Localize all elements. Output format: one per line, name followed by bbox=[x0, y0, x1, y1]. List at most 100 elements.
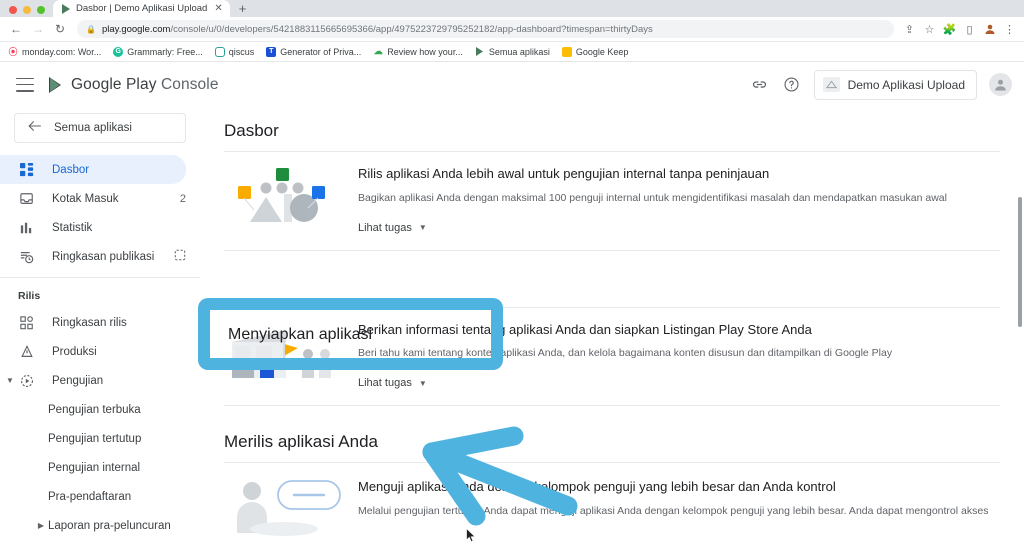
sidebar-item-label: Produksi bbox=[52, 345, 97, 358]
card-description: Melalui pengujian tertutup, Anda dapat m… bbox=[358, 505, 989, 518]
sidebar-item-ringkasan-publikasi[interactable]: Ringkasan publikasi bbox=[0, 242, 200, 271]
sidebar: Semua aplikasi Dasbor Kotak Masuk 2 Stat… bbox=[0, 62, 200, 548]
sidebar-item-label: Ringkasan publikasi bbox=[52, 250, 155, 263]
dashboard-card[interactable]: Berikan informasi tentang aplikasi Anda … bbox=[224, 308, 1000, 406]
dashboard-card[interactable]: Menguji aplikasi Anda dengan kelompok pe… bbox=[224, 463, 1000, 548]
brand[interactable]: Google Play Console bbox=[48, 76, 219, 94]
app-chip-label: Demo Aplikasi Upload bbox=[847, 77, 965, 92]
extensions-puzzle-icon[interactable]: 🧩 bbox=[941, 21, 958, 38]
google-play-logo bbox=[48, 76, 65, 94]
toolbar-icons: ⇪ ☆ 🧩 ▯ ⋮ bbox=[901, 21, 1018, 38]
sidebar-item-pra-pendaftaran[interactable]: Pra-pendaftaran bbox=[0, 482, 200, 511]
qiscus-icon bbox=[214, 46, 225, 57]
sidebar-item-label: Statistik bbox=[52, 221, 93, 234]
sidepanel-icon[interactable]: ▯ bbox=[961, 21, 978, 38]
card-description: Beri tahu kami tentang konten aplikasi A… bbox=[358, 347, 893, 360]
mouse-cursor bbox=[466, 527, 477, 548]
bookmarks-bar: ⦿ monday.com: Wor... G Grammarly: Free..… bbox=[0, 42, 1024, 62]
hamburger-menu-icon[interactable] bbox=[16, 77, 34, 92]
sidebar-item-pengujian-tertutup[interactable]: Pengujian tertutup bbox=[0, 424, 200, 453]
maximize-window-button[interactable] bbox=[37, 6, 45, 14]
bookmark-item[interactable]: Google Keep bbox=[561, 46, 629, 57]
pending-publish-icon bbox=[174, 249, 186, 264]
user-avatar[interactable] bbox=[989, 73, 1012, 96]
close-icon[interactable]: ✕ bbox=[212, 3, 222, 14]
sidebar-item-dasbor[interactable]: Dasbor bbox=[0, 155, 186, 184]
link-icon[interactable] bbox=[750, 75, 770, 95]
sidebar-item-pengujian-terbuka[interactable]: Pengujian terbuka bbox=[0, 395, 200, 424]
minimize-window-button[interactable] bbox=[23, 6, 31, 14]
inbox-badge-count: 2 bbox=[179, 192, 186, 205]
view-tasks-label: Lihat tugas bbox=[358, 221, 412, 234]
browser-tab[interactable]: Dasbor | Demo Aplikasi Upload ✕ bbox=[53, 0, 230, 17]
keep-icon bbox=[561, 46, 572, 57]
back-arrow-icon bbox=[28, 119, 42, 137]
play-console-app: Google Play Console Demo Aplikasi Upload… bbox=[0, 62, 1024, 548]
sidebar-item-label: Pra-pendaftaran bbox=[48, 490, 132, 503]
back-arrow-icon[interactable]: ← bbox=[6, 19, 26, 39]
vertical-scrollbar[interactable] bbox=[1018, 197, 1022, 327]
bookmark-label: Grammarly: Free... bbox=[127, 46, 203, 57]
forward-arrow-icon[interactable]: → bbox=[28, 19, 48, 39]
bookmark-label: Review how your... bbox=[387, 46, 463, 57]
sidebar-section-rilis: Rilis bbox=[18, 290, 41, 302]
bookmark-item[interactable]: ⦿ monday.com: Wor... bbox=[8, 46, 102, 58]
bookmark-item[interactable]: ☁ Review how your... bbox=[373, 46, 463, 57]
play-console-favicon bbox=[61, 3, 71, 14]
sidebar-item-statistik[interactable]: Statistik bbox=[0, 213, 200, 242]
divider bbox=[224, 249, 1000, 251]
sidebar-item-label: Pengujian bbox=[52, 374, 104, 387]
share-icon[interactable]: ⇪ bbox=[901, 21, 918, 38]
expanded-caret-down-icon[interactable]: ▼ bbox=[5, 376, 15, 385]
close-window-button[interactable] bbox=[9, 6, 17, 14]
sidebar-item-pengujian-internal[interactable]: Pengujian internal bbox=[0, 453, 200, 482]
bookmark-item[interactable]: G Grammarly: Free... bbox=[113, 46, 203, 57]
app-selector-chip[interactable]: Demo Aplikasi Upload bbox=[813, 69, 977, 100]
browser-toolbar: ← → ↻ 🔒 play.google.com/console/u/0/deve… bbox=[0, 17, 1024, 42]
card-title: Berikan informasi tentang aplikasi Anda … bbox=[358, 321, 812, 337]
people-with-colored-squares-illustration bbox=[224, 164, 342, 226]
sidebar-item-pengujian[interactable]: ▼ Pengujian bbox=[0, 366, 200, 395]
sidebar-item-label: Pengujian tertutup bbox=[48, 432, 142, 445]
address-bar[interactable]: 🔒 play.google.com/console/u/0/developers… bbox=[77, 20, 894, 38]
main-content: Dasbor Rilis aplikasi Anda lebih awal un… bbox=[200, 62, 1024, 548]
sidebar-item-kotak-masuk[interactable]: Kotak Masuk 2 bbox=[0, 184, 200, 213]
play-console-icon bbox=[475, 47, 485, 57]
brand-secondary: Console bbox=[160, 75, 219, 93]
monday-icon: ⦿ bbox=[8, 47, 18, 57]
publishing-overview-icon bbox=[18, 250, 35, 264]
collapsed-caret-right-icon[interactable]: ▶ bbox=[36, 521, 46, 530]
view-tasks-button[interactable]: Lihat tugas ▼ bbox=[358, 222, 427, 234]
sidebar-item-produksi[interactable]: Produksi bbox=[0, 337, 200, 366]
view-tasks-label: Lihat tugas bbox=[358, 377, 412, 390]
help-circle-icon[interactable] bbox=[782, 75, 802, 95]
view-tasks-button[interactable]: Lihat tugas ▼ bbox=[358, 377, 427, 389]
window-controls[interactable] bbox=[0, 6, 53, 17]
sidebar-item-ringkasan-rilis[interactable]: Ringkasan rilis bbox=[0, 308, 200, 337]
new-tab-button[interactable]: + bbox=[230, 2, 256, 17]
cloud-icon: ☁ bbox=[373, 46, 383, 56]
bookmark-label: monday.com: Wor... bbox=[22, 46, 102, 57]
app-header: Google Play Console Demo Aplikasi Upload bbox=[0, 62, 1024, 107]
browser-window: Dasbor | Demo Aplikasi Upload ✕ + ← → ↻ … bbox=[0, 0, 1024, 548]
bookmark-item[interactable]: T Generator of Priva... bbox=[266, 46, 362, 57]
bookmark-label: Google Keep bbox=[575, 46, 629, 57]
bookmark-item[interactable]: Semua aplikasi bbox=[475, 47, 550, 57]
bookmark-label: Generator of Priva... bbox=[280, 46, 362, 57]
sidebar-item-label: Laporan pra-peluncuran bbox=[48, 519, 171, 532]
chevron-down-icon: ▼ bbox=[418, 378, 427, 388]
dashboard-icon bbox=[18, 162, 35, 177]
bookmark-label: Semua aplikasi bbox=[488, 46, 550, 57]
all-apps-button[interactable]: Semua aplikasi bbox=[14, 113, 186, 143]
star-icon[interactable]: ☆ bbox=[921, 21, 938, 38]
tab-title: Dasbor | Demo Aplikasi Upload bbox=[76, 3, 208, 14]
card-title: Menguji aplikasi Anda dengan kelompok pe… bbox=[358, 479, 836, 495]
sidebar-item-laporan-pra-peluncuran[interactable]: ▶ Laporan pra-peluncuran bbox=[0, 511, 200, 540]
three-dot-menu-icon[interactable]: ⋮ bbox=[1001, 21, 1018, 38]
reload-icon[interactable]: ↻ bbox=[50, 19, 70, 39]
bookmark-item[interactable]: qiscus bbox=[214, 46, 254, 57]
header-actions: Demo Aplikasi Upload bbox=[750, 62, 1012, 107]
profile-icon[interactable] bbox=[981, 21, 998, 38]
statistics-bar-icon bbox=[18, 221, 35, 235]
dashboard-card[interactable]: Rilis aplikasi Anda lebih awal untuk pen… bbox=[224, 152, 1000, 250]
